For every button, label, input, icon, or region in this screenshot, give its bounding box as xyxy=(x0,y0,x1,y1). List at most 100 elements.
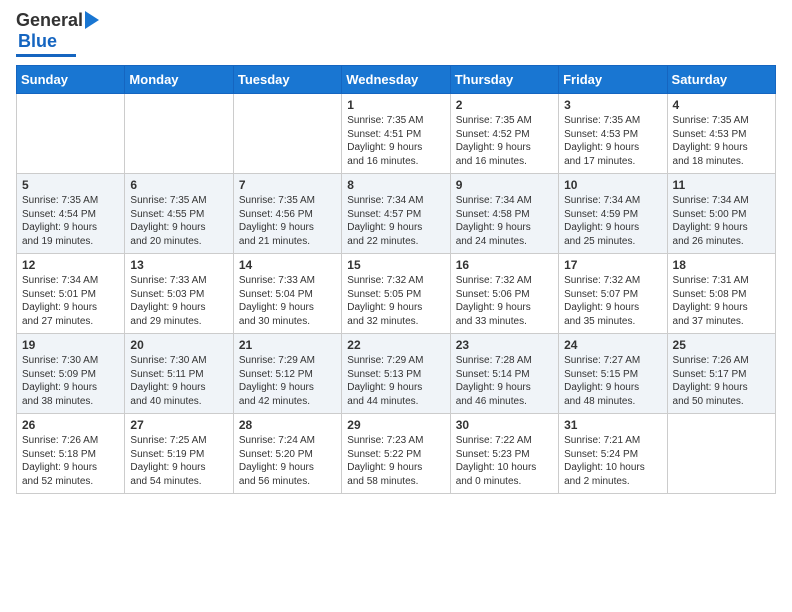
day-info-text: and 21 minutes. xyxy=(239,235,336,249)
day-info-text: Sunset: 4:58 PM xyxy=(456,208,553,222)
calendar-day-cell-15: 15Sunrise: 7:32 AMSunset: 5:05 PMDayligh… xyxy=(342,254,450,334)
day-number: 11 xyxy=(673,178,770,192)
day-info-text: Daylight: 10 hours xyxy=(456,461,553,475)
calendar-day-cell-21: 21Sunrise: 7:29 AMSunset: 5:12 PMDayligh… xyxy=(233,334,341,414)
day-info-text: Sunrise: 7:34 AM xyxy=(564,194,661,208)
logo-arrow-icon xyxy=(85,11,99,29)
calendar-empty-cell xyxy=(17,94,125,174)
day-number: 17 xyxy=(564,258,661,272)
day-info-text: Sunset: 5:06 PM xyxy=(456,288,553,302)
calendar-day-cell-28: 28Sunrise: 7:24 AMSunset: 5:20 PMDayligh… xyxy=(233,414,341,494)
day-info-text: Sunrise: 7:33 AM xyxy=(239,274,336,288)
weekday-header-thursday: Thursday xyxy=(450,66,558,94)
day-info-text: Daylight: 9 hours xyxy=(130,221,227,235)
day-info-text: Sunset: 5:15 PM xyxy=(564,368,661,382)
day-info-text: Sunrise: 7:28 AM xyxy=(456,354,553,368)
day-number: 27 xyxy=(130,418,227,432)
day-number: 7 xyxy=(239,178,336,192)
day-info-text: Sunset: 5:17 PM xyxy=(673,368,770,382)
day-info-text: Sunset: 5:23 PM xyxy=(456,448,553,462)
calendar-day-cell-24: 24Sunrise: 7:27 AMSunset: 5:15 PMDayligh… xyxy=(559,334,667,414)
calendar-day-cell-7: 7Sunrise: 7:35 AMSunset: 4:56 PMDaylight… xyxy=(233,174,341,254)
day-number: 15 xyxy=(347,258,444,272)
day-info-text: Daylight: 9 hours xyxy=(347,381,444,395)
day-info-text: Sunrise: 7:22 AM xyxy=(456,434,553,448)
day-info-text: Daylight: 9 hours xyxy=(239,221,336,235)
day-info-text: Daylight: 9 hours xyxy=(22,461,119,475)
day-info-text: Daylight: 9 hours xyxy=(673,221,770,235)
day-info-text: Sunrise: 7:35 AM xyxy=(239,194,336,208)
day-info-text: Sunrise: 7:35 AM xyxy=(347,114,444,128)
day-info-text: Daylight: 9 hours xyxy=(564,141,661,155)
day-info-text: and 19 minutes. xyxy=(22,235,119,249)
day-info-text: and 0 minutes. xyxy=(456,475,553,489)
day-info-text: Sunset: 4:51 PM xyxy=(347,128,444,142)
calendar-day-cell-6: 6Sunrise: 7:35 AMSunset: 4:55 PMDaylight… xyxy=(125,174,233,254)
day-info-text: Sunrise: 7:21 AM xyxy=(564,434,661,448)
calendar-week-row: 1Sunrise: 7:35 AMSunset: 4:51 PMDaylight… xyxy=(17,94,776,174)
day-info-text: Daylight: 9 hours xyxy=(673,141,770,155)
calendar-empty-cell xyxy=(125,94,233,174)
day-info-text: and 17 minutes. xyxy=(564,155,661,169)
logo-underline xyxy=(16,54,76,57)
day-info-text: Sunset: 5:00 PM xyxy=(673,208,770,222)
day-info-text: Sunset: 5:20 PM xyxy=(239,448,336,462)
day-number: 16 xyxy=(456,258,553,272)
day-info-text: Daylight: 9 hours xyxy=(239,301,336,315)
calendar-week-row: 5Sunrise: 7:35 AMSunset: 4:54 PMDaylight… xyxy=(17,174,776,254)
day-info-text: and 25 minutes. xyxy=(564,235,661,249)
calendar-day-cell-17: 17Sunrise: 7:32 AMSunset: 5:07 PMDayligh… xyxy=(559,254,667,334)
calendar-day-cell-10: 10Sunrise: 7:34 AMSunset: 4:59 PMDayligh… xyxy=(559,174,667,254)
calendar-day-cell-23: 23Sunrise: 7:28 AMSunset: 5:14 PMDayligh… xyxy=(450,334,558,414)
day-info-text: Daylight: 9 hours xyxy=(456,221,553,235)
day-info-text: Sunset: 5:22 PM xyxy=(347,448,444,462)
weekday-header-friday: Friday xyxy=(559,66,667,94)
day-info-text: Sunrise: 7:30 AM xyxy=(22,354,119,368)
day-info-text: Daylight: 9 hours xyxy=(347,301,444,315)
day-info-text: Daylight: 9 hours xyxy=(239,381,336,395)
day-info-text: and 27 minutes. xyxy=(22,315,119,329)
calendar-day-cell-22: 22Sunrise: 7:29 AMSunset: 5:13 PMDayligh… xyxy=(342,334,450,414)
day-info-text: Sunrise: 7:34 AM xyxy=(347,194,444,208)
calendar-day-cell-5: 5Sunrise: 7:35 AMSunset: 4:54 PMDaylight… xyxy=(17,174,125,254)
day-number: 28 xyxy=(239,418,336,432)
day-info-text: Sunrise: 7:35 AM xyxy=(130,194,227,208)
day-info-text: Daylight: 9 hours xyxy=(564,221,661,235)
day-info-text: Sunset: 5:05 PM xyxy=(347,288,444,302)
page-header: General Blue xyxy=(16,10,776,57)
day-info-text: Sunrise: 7:33 AM xyxy=(130,274,227,288)
day-number: 24 xyxy=(564,338,661,352)
calendar-day-cell-1: 1Sunrise: 7:35 AMSunset: 4:51 PMDaylight… xyxy=(342,94,450,174)
day-number: 13 xyxy=(130,258,227,272)
day-info-text: Daylight: 9 hours xyxy=(22,301,119,315)
day-info-text: Sunset: 4:55 PM xyxy=(130,208,227,222)
calendar-table: SundayMondayTuesdayWednesdayThursdayFrid… xyxy=(16,65,776,494)
day-info-text: Sunset: 5:03 PM xyxy=(130,288,227,302)
day-info-text: Sunset: 5:07 PM xyxy=(564,288,661,302)
day-number: 5 xyxy=(22,178,119,192)
day-info-text: Sunset: 4:54 PM xyxy=(22,208,119,222)
day-number: 31 xyxy=(564,418,661,432)
calendar-empty-cell xyxy=(667,414,775,494)
day-info-text: Sunrise: 7:34 AM xyxy=(673,194,770,208)
day-info-text: Daylight: 9 hours xyxy=(130,381,227,395)
day-info-text: Sunset: 5:18 PM xyxy=(22,448,119,462)
calendar-week-row: 26Sunrise: 7:26 AMSunset: 5:18 PMDayligh… xyxy=(17,414,776,494)
logo: General Blue xyxy=(16,10,99,57)
day-info-text: Sunset: 5:08 PM xyxy=(673,288,770,302)
day-number: 21 xyxy=(239,338,336,352)
day-info-text: and 18 minutes. xyxy=(673,155,770,169)
calendar-day-cell-12: 12Sunrise: 7:34 AMSunset: 5:01 PMDayligh… xyxy=(17,254,125,334)
day-info-text: Daylight: 9 hours xyxy=(456,141,553,155)
day-info-text: and 44 minutes. xyxy=(347,395,444,409)
calendar-empty-cell xyxy=(233,94,341,174)
day-info-text: Sunset: 5:09 PM xyxy=(22,368,119,382)
day-info-text: Sunset: 4:53 PM xyxy=(673,128,770,142)
day-info-text: Sunset: 5:01 PM xyxy=(22,288,119,302)
day-info-text: Sunset: 4:52 PM xyxy=(456,128,553,142)
day-info-text: Daylight: 9 hours xyxy=(22,221,119,235)
logo-general-text: General xyxy=(16,10,83,31)
calendar-day-cell-2: 2Sunrise: 7:35 AMSunset: 4:52 PMDaylight… xyxy=(450,94,558,174)
day-info-text: Daylight: 9 hours xyxy=(347,141,444,155)
day-info-text: and 56 minutes. xyxy=(239,475,336,489)
